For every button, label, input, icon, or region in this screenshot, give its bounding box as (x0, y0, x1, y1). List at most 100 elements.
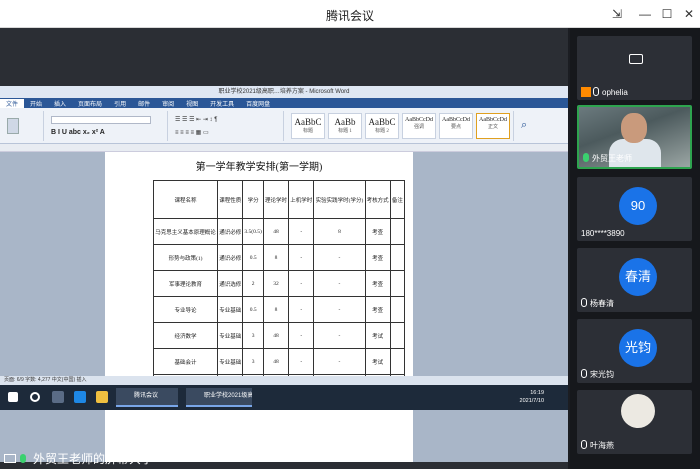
align-icons[interactable]: ≡ ≡ ≡ ≡ ▦ ▭ (175, 129, 209, 136)
table-row: 基础会计 专业基础 3 48- - 考试 (152, 348, 406, 375)
participant-photo-avatar (621, 394, 655, 428)
microphone-icon (20, 453, 26, 463)
table-row: 马克思主义基本原理概论 通识必修 3.5(0.5) 48-8 考查 (152, 218, 406, 245)
table-header-cell: 课程名称 (152, 180, 219, 219)
search-icon[interactable] (30, 392, 40, 402)
style-title[interactable]: AaBbC 标题 (291, 112, 325, 139)
participant-name: 180****3890 (581, 229, 625, 238)
microphone-icon (583, 153, 589, 162)
table-row: 军事理论教育 通识选修 2 32- - 考查 (152, 270, 406, 297)
tray-date: 2021/7/10 (519, 398, 544, 404)
menu-tab-baidu[interactable]: 百度网盘 (240, 99, 276, 108)
table-cell: 通识必修 (217, 218, 244, 245)
word-status-bar: 页面: 6/9 字数: 4,277 中文(中国) 插入 (0, 376, 568, 385)
style-name: 标题 1 (338, 128, 352, 134)
table-cell: - (288, 244, 315, 271)
screen-share-owner: 外贸王老师的屏幕共享 (33, 451, 154, 466)
style-name: 要点 (450, 124, 461, 130)
word-title-bar: 职业学校2021级高职…培养方案 - Microsoft Word (0, 86, 568, 98)
style-keypoint[interactable]: AaBbCcDd 要点 (439, 112, 473, 139)
table-cell: - (313, 270, 366, 297)
table-cell: - (313, 296, 366, 323)
table-header-cell: 实验实践学时(学分) (313, 180, 366, 219)
table-row: 专业导论 专业基础 0.5 8- - 考查 (152, 296, 406, 323)
task-view-icon[interactable] (52, 391, 64, 403)
style-name: 正文 (487, 124, 498, 130)
table-cell: 8 (313, 218, 366, 245)
participant-tile-speaking[interactable]: 外贸王老师 (577, 105, 692, 169)
app-title: 腾讯会议 (325, 9, 374, 23)
menu-tab-insert[interactable]: 插入 (48, 99, 72, 108)
participant-tile[interactable]: 光钧 宋光钧 (577, 319, 692, 383)
table-cell: 48 (262, 322, 290, 349)
participant-avatar: 光钧 (619, 329, 657, 367)
participant-name: 宋光钧 (590, 370, 614, 379)
table-cell: - (288, 296, 315, 323)
table-row: 经济数学 专业基础 3 48- - 考试 (152, 322, 406, 349)
participant-tile[interactable]: 叶海燕 (577, 390, 692, 454)
style-normal[interactable]: AaBbCcDd 正文 (476, 112, 510, 139)
camera-off-icon (629, 54, 643, 64)
menu-tab-developer[interactable]: 开发工具 (204, 99, 240, 108)
system-tray-clock: 16:19 2021/7/10 (520, 389, 544, 405)
font-group: B I U abc x₂ x² A (48, 110, 168, 141)
menu-tab-layout[interactable]: 页面布局 (72, 99, 108, 108)
table-cell: - (288, 218, 315, 245)
screen-share-icon (4, 453, 16, 463)
style-sample: AaBbCcDd (405, 116, 433, 123)
maximize-button[interactable]: ☐ (656, 4, 678, 24)
table-cell: 军事理论教育 (152, 270, 219, 297)
table-cell: 考试 (364, 322, 391, 349)
participant-tile[interactable]: 春清 杨春清 (577, 248, 692, 312)
table-cell (389, 244, 406, 271)
menu-tab-file[interactable]: 文件 (0, 98, 25, 108)
style-emphasis[interactable]: AaBbCcDd 强调 (402, 112, 436, 139)
font-format-icons[interactable]: B I U abc x₂ x² A (51, 129, 105, 136)
table-cell: 8 (262, 296, 290, 323)
table-cell: 3 (242, 322, 264, 349)
table-row: 形势与政策(1) 通识必修 0.5 8- - 考查 (152, 244, 406, 271)
microphone-muted-icon (581, 440, 587, 449)
participant-name-row: 外贸王老师 (583, 153, 632, 164)
host-badge-icon (581, 87, 591, 97)
paragraph-group: ☰ ☰ ☰ ⇤ ⇥ ↕ ¶ ≡ ≡ ≡ ≡ ▦ ▭ (172, 110, 284, 141)
table-cell: 48 (262, 218, 290, 245)
participant-name: 叶海燕 (590, 441, 614, 450)
table-cell: - (288, 270, 315, 297)
menu-tab-home[interactable]: 开始 (24, 99, 48, 108)
style-heading-2[interactable]: AaBbC 标题 2 (365, 112, 399, 139)
style-name: 强调 (413, 124, 424, 130)
style-sample: AaBb (334, 116, 356, 127)
find-icon[interactable]: ⌕ (521, 119, 527, 132)
table-body: 马克思主义基本原理概论 通识必修 3.5(0.5) 48-8 考查 形势与政策(1) 通识必… (152, 218, 406, 401)
style-heading-1[interactable]: AaBb 标题 1 (328, 112, 362, 139)
microphone-muted-icon (581, 298, 587, 307)
participant-tile[interactable]: ophelia (577, 36, 692, 100)
microphone-muted-icon (581, 369, 587, 378)
minimize-button[interactable]: — (634, 4, 656, 24)
font-name-box[interactable] (51, 115, 151, 124)
style-name: 标题 (302, 128, 313, 134)
menu-tab-view[interactable]: 视图 (180, 99, 204, 108)
list-icons[interactable]: ☰ ☰ ☰ ⇤ ⇥ ↕ ¶ (175, 116, 217, 123)
pin-icon[interactable]: ⇲ (606, 4, 628, 24)
style-name: 标题 2 (375, 128, 389, 134)
style-sample: AaBbCcDd (479, 116, 507, 123)
file-explorer-icon[interactable] (96, 391, 108, 403)
table-cell (389, 296, 406, 323)
table-header-cell: 理论学时 (262, 180, 290, 219)
participant-tile[interactable]: 90 180****3890 (577, 177, 692, 241)
taskbar-app-meeting[interactable]: 腾讯会议 (116, 388, 178, 407)
paste-icon[interactable] (7, 117, 19, 134)
close-button[interactable]: ✕ (678, 4, 700, 24)
participant-name-row: 宋光钧 (581, 369, 614, 380)
menu-tab-references[interactable]: 引用 (108, 99, 132, 108)
table-cell: 8 (262, 244, 290, 271)
word-ribbon: B I U abc x₂ x² A ☰ ☰ ☰ ⇤ ⇥ ↕ ¶ ≡ ≡ ≡ ≡ … (0, 108, 568, 144)
menu-tab-mailings[interactable]: 邮件 (132, 99, 156, 108)
menu-tab-review[interactable]: 审阅 (156, 99, 180, 108)
edge-browser-icon[interactable] (74, 391, 86, 403)
windows-start-icon[interactable] (8, 392, 18, 402)
taskbar-app-word[interactable]: 职业学校2021级高... (186, 388, 252, 407)
table-cell: 通识必修 (217, 244, 244, 271)
